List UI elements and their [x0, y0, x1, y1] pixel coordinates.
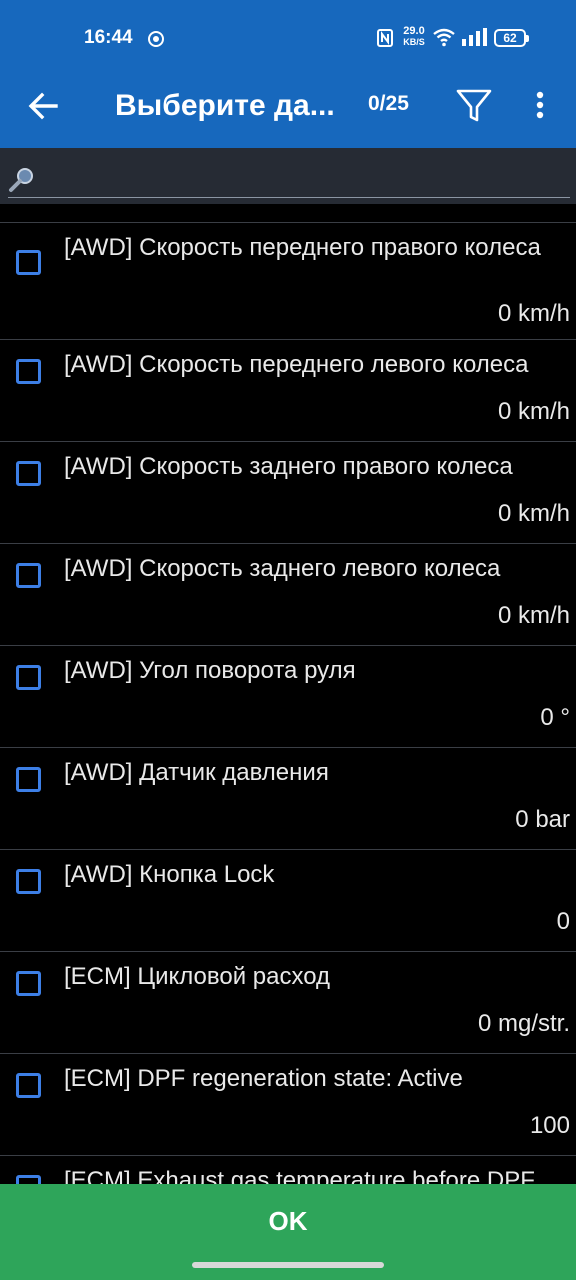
- item-value: 0 km/h: [497, 300, 570, 327]
- more-options-icon[interactable]: [528, 88, 552, 124]
- data-list: [AWD] Скорость переднего правого колеса 0…: [0, 222, 576, 1184]
- wifi-icon: [433, 28, 455, 47]
- app-bar: Выберите да... 0/25: [0, 78, 576, 148]
- list-item[interactable]: [ECM] DPF regeneration state: Active 100: [0, 1053, 576, 1155]
- item-value: 0 mg/str.: [477, 1010, 570, 1037]
- search-input[interactable]: [38, 162, 570, 198]
- search-underline: [8, 197, 570, 198]
- network-speed-unit: KB/S: [403, 37, 425, 47]
- page-title: Выберите да...: [115, 89, 335, 122]
- home-indicator: [192, 1262, 384, 1268]
- item-checkbox[interactable]: [16, 869, 41, 894]
- item-checkbox[interactable]: [16, 665, 41, 690]
- selection-counter: 0/25: [368, 92, 409, 115]
- top-bar: 16:44 29.0 KB/S 62 Выберите да... 0/25: [0, 0, 576, 148]
- item-label: [AWD] Скорость переднего левого колеса: [64, 351, 529, 378]
- search-bar: [0, 148, 576, 204]
- item-label: [AWD] Скорость заднего правого колеса: [64, 453, 513, 480]
- item-label: [ECM] Цикловой расход: [64, 963, 331, 990]
- list-item[interactable]: [AWD] Скорость заднего правого колеса 0 k…: [0, 441, 576, 543]
- item-checkbox[interactable]: [16, 563, 41, 588]
- network-speed: 29.0 KB/S: [400, 26, 428, 48]
- item-label: [AWD] Скорость переднего правого колеса: [64, 234, 541, 261]
- item-checkbox[interactable]: [16, 971, 41, 996]
- item-checkbox[interactable]: [16, 1073, 41, 1098]
- list-item[interactable]: [AWD] Датчик давления 0 bar: [0, 747, 576, 849]
- cell-signal-icon: [462, 28, 487, 46]
- list-item[interactable]: [AWD] Кнопка Lock 0: [0, 849, 576, 951]
- search-icon: [9, 168, 33, 192]
- item-label: [AWD] Датчик давления: [64, 759, 329, 786]
- list-item[interactable]: [AWD] Скорость переднего левого колеса 0 …: [0, 339, 576, 441]
- list-item[interactable]: [AWD] Скорость переднего правого колеса 0…: [0, 222, 576, 339]
- list-item[interactable]: [ECM] Exhaust gas temperature before DPF: [0, 1155, 576, 1184]
- item-value: 0 km/h: [497, 602, 570, 629]
- back-arrow-icon[interactable]: [24, 86, 64, 126]
- item-label: [AWD] Угол поворота руля: [64, 657, 356, 684]
- item-checkbox[interactable]: [16, 359, 41, 384]
- item-checkbox[interactable]: [16, 767, 41, 792]
- filter-icon[interactable]: [455, 86, 493, 126]
- battery-indicator: 62: [494, 29, 529, 47]
- item-value: 0 bar: [515, 806, 570, 833]
- item-value: 0 °: [540, 704, 570, 731]
- item-value: 0 km/h: [497, 500, 570, 527]
- list-item[interactable]: [AWD] Скорость заднего левого колеса 0 km…: [0, 543, 576, 645]
- network-speed-value: 29.0: [403, 25, 425, 37]
- item-value: 0: [556, 908, 570, 935]
- status-bar: 16:44 29.0 KB/S 62: [0, 0, 576, 78]
- item-checkbox[interactable]: [16, 250, 41, 275]
- item-value: 0 km/h: [497, 398, 570, 425]
- ok-button[interactable]: OK: [0, 1184, 576, 1280]
- screen-record-icon: [148, 31, 164, 47]
- item-checkbox[interactable]: [16, 1175, 41, 1184]
- item-label: [AWD] Кнопка Lock: [64, 861, 275, 888]
- item-label: [ECM] DPF regeneration state: Active: [64, 1065, 463, 1092]
- item-value: 100: [529, 1112, 570, 1139]
- item-checkbox[interactable]: [16, 461, 41, 486]
- item-label: [ECM] Exhaust gas temperature before DPF: [64, 1167, 535, 1184]
- item-label: [AWD] Скорость заднего левого колеса: [64, 555, 501, 582]
- nfc-icon: [377, 29, 393, 47]
- list-item[interactable]: [AWD] Угол поворота руля 0 °: [0, 645, 576, 747]
- list-item[interactable]: [ECM] Цикловой расход 0 mg/str.: [0, 951, 576, 1053]
- ok-button-label: OK: [268, 1206, 308, 1236]
- status-time: 16:44: [84, 27, 133, 48]
